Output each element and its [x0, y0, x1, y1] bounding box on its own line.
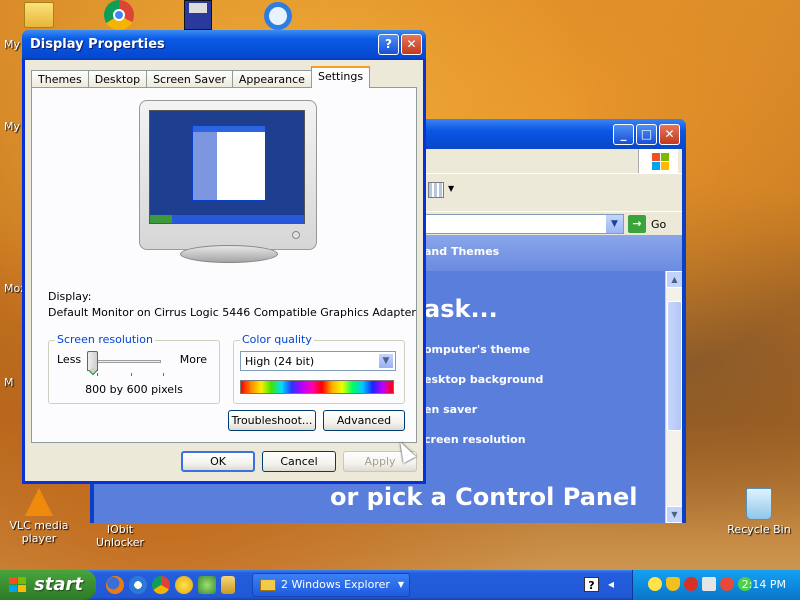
less-label: Less	[57, 353, 82, 366]
display-label: Display:	[48, 290, 92, 303]
recycle-bin-icon	[746, 488, 772, 520]
tab-themes[interactable]: Themes	[31, 70, 89, 88]
firefox-icon[interactable]	[106, 576, 124, 594]
windows-flag-icon	[9, 577, 27, 593]
display-properties-dialog[interactable]: Display Properties ? ✕ Themes Desktop Sc…	[22, 30, 426, 484]
windows-logo-icon	[638, 149, 678, 173]
ccleaner-icon[interactable]	[129, 576, 147, 594]
go-label: Go	[651, 217, 667, 231]
group-legend: Color quality	[240, 333, 314, 346]
speaker-icon[interactable]: ◂	[608, 577, 614, 591]
taskbar-group-windows-explorer[interactable]: 2 Windows Explorer ▼	[252, 573, 410, 597]
scroll-thumb[interactable]	[667, 301, 682, 431]
desktop-icon-recycle-bin[interactable]: Recycle Bin	[722, 488, 796, 536]
pick-task-heading: ask...	[424, 295, 498, 323]
color-quality-group: Color quality High (24 bit) ▼	[233, 333, 405, 404]
desktop-icon-label: IObit Unlocker	[95, 523, 145, 549]
help-icon[interactable]: ?	[584, 577, 599, 592]
power-led-icon	[292, 231, 300, 239]
desktop-icon-label: VLC media player	[9, 519, 69, 545]
network-icon[interactable]	[702, 577, 716, 591]
floppy-icon[interactable]	[184, 0, 212, 30]
desktop-icon-vlc[interactable]: VLC media player	[2, 488, 76, 545]
desktop-edge-label[interactable]: My	[4, 120, 20, 133]
security-icon[interactable]	[684, 577, 698, 591]
scroll-up-icon[interactable]: ▲	[666, 271, 682, 288]
task-link[interactable]: en saver	[424, 403, 477, 416]
desktop-preview	[149, 110, 305, 224]
preview-window	[192, 125, 266, 201]
troubleshoot-button[interactable]: Troubleshoot...	[228, 410, 316, 431]
desktop-edge-label[interactable]: M	[4, 376, 14, 389]
tab-appearance[interactable]: Appearance	[231, 70, 312, 88]
internet-explorer-icon[interactable]	[264, 2, 292, 30]
tab-screen-saver[interactable]: Screen Saver	[146, 70, 233, 88]
folder-icon	[260, 579, 276, 591]
help-button[interactable]: ?	[378, 34, 399, 55]
preview-taskbar	[150, 215, 304, 223]
settings-panel: Display: Default Monitor on Cirrus Logic…	[31, 87, 417, 443]
color-spectrum-bar	[240, 380, 394, 394]
shield-icon[interactable]	[666, 577, 680, 591]
chrome-icon[interactable]	[104, 0, 134, 30]
go-button[interactable]: → Go	[628, 215, 678, 233]
cancel-button[interactable]: Cancel	[262, 451, 336, 472]
taskbar: start 2 Windows Explorer ▼ ? ◂ 2:14 PM	[0, 570, 800, 600]
display-device: Default Monitor on Cirrus Logic 5446 Com…	[48, 306, 416, 319]
screen-resolution-group: Screen resolution Less More 800 by 600 p…	[48, 333, 220, 404]
tab-desktop[interactable]: Desktop	[87, 70, 148, 88]
vertical-scrollbar[interactable]: ▲ ▼	[665, 271, 682, 523]
chevron-down-icon: ▼	[397, 580, 404, 589]
joystick-icon[interactable]	[198, 576, 216, 594]
chevron-down-icon[interactable]: ▼	[378, 353, 394, 369]
pick-control-panel-heading: or pick a Control Panel	[330, 483, 638, 511]
vlc-cone-icon	[25, 488, 53, 516]
task-link[interactable]: creen resolution	[424, 433, 526, 446]
more-label: More	[179, 353, 207, 366]
resolution-slider-track[interactable]	[93, 360, 161, 363]
clock: 2:14 PM	[741, 578, 786, 591]
monitor-stand	[180, 245, 278, 263]
dialog-titlebar[interactable]: Display Properties ? ✕	[22, 30, 426, 60]
tab-settings[interactable]: Settings	[310, 66, 371, 88]
desktop-icon-label: Recycle Bin	[727, 523, 791, 536]
start-button[interactable]: start	[0, 570, 96, 600]
color-quality-value: High (24 bit)	[245, 355, 315, 368]
smiley-icon[interactable]	[648, 577, 662, 591]
start-label: start	[34, 574, 83, 595]
task-link[interactable]: omputer's theme	[424, 343, 530, 356]
tab-strip: Themes Desktop Screen Saver Appearance S…	[31, 66, 371, 88]
chrome-icon[interactable]	[152, 576, 170, 594]
desktop-edge-label[interactable]: My	[4, 38, 20, 51]
scroll-down-icon[interactable]: ▼	[666, 506, 682, 523]
minimize-button[interactable]: _	[613, 124, 634, 145]
monitor-preview	[139, 100, 317, 263]
antivirus-icon[interactable]	[720, 577, 734, 591]
go-arrow-icon: →	[628, 215, 646, 233]
close-button[interactable]: ✕	[659, 124, 680, 145]
ok-button[interactable]: OK	[181, 451, 255, 472]
advanced-button[interactable]: Advanced	[323, 410, 405, 431]
resolution-value: 800 by 600 pixels	[85, 383, 183, 396]
resolution-slider[interactable]	[87, 351, 98, 371]
lock-icon[interactable]	[221, 576, 235, 594]
category-title: and Themes	[424, 245, 500, 258]
folder-icon[interactable]	[24, 2, 54, 28]
views-dropdown-icon[interactable]: ▼	[448, 184, 454, 193]
taskbar-task-label: 2 Windows Explorer	[281, 578, 390, 591]
color-quality-select[interactable]: High (24 bit) ▼	[240, 351, 396, 371]
group-legend: Screen resolution	[55, 333, 155, 346]
dialog-close-button[interactable]: ✕	[401, 34, 422, 55]
address-dropdown-icon[interactable]: ▼	[606, 215, 623, 233]
maximize-button[interactable]: □	[636, 124, 657, 145]
preview-start	[150, 215, 172, 223]
messenger-icon[interactable]	[175, 576, 193, 594]
dialog-title: Display Properties	[30, 37, 165, 52]
system-tray: 2:14 PM	[632, 570, 800, 600]
views-icon[interactable]	[428, 182, 444, 198]
task-link[interactable]: esktop background	[424, 373, 543, 386]
